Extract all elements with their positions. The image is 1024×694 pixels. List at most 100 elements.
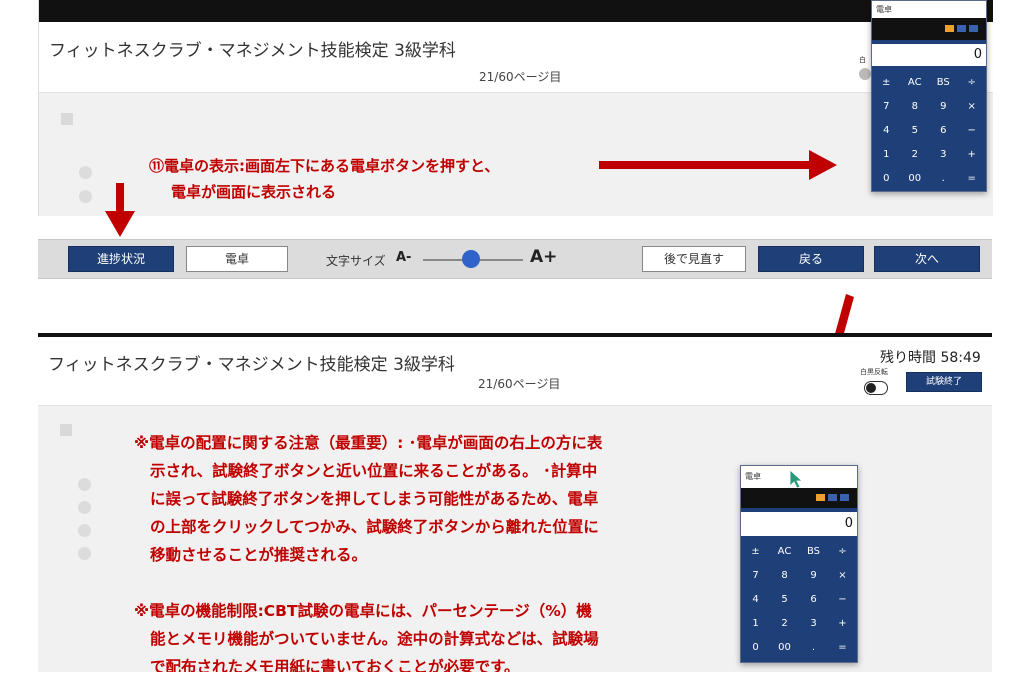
calc-key-minus[interactable]: − bbox=[958, 119, 987, 143]
exam-title: フィットネスクラブ・マネジメント技能検定 3級学科 bbox=[49, 41, 456, 61]
placement-note-line: の上部をクリックしてつかみ、試験終了ボタンから離れた位置に bbox=[150, 518, 599, 536]
arrow-down-icon bbox=[105, 183, 135, 237]
calc-key-plusminus[interactable]: ± bbox=[741, 540, 770, 564]
arrow-right-icon bbox=[599, 150, 837, 180]
page-indicator: 21/60ページ目 bbox=[479, 70, 562, 84]
calc-key-dot[interactable]: . bbox=[929, 167, 958, 191]
calc-key-3[interactable]: 3 bbox=[799, 612, 828, 636]
page-indicator: 21/60ページ目 bbox=[478, 377, 561, 391]
calc-key-4[interactable]: 4 bbox=[741, 588, 770, 612]
calc-key-0[interactable]: 0 bbox=[872, 167, 901, 191]
calc-key-divide[interactable]: ÷ bbox=[958, 71, 987, 95]
next-button[interactable]: 次へ bbox=[874, 246, 980, 272]
calc-key-3[interactable]: 3 bbox=[929, 143, 958, 167]
calc-key-2[interactable]: 2 bbox=[770, 612, 799, 636]
exam-screen-bottom: フィットネスクラブ・マネジメント技能検定 3級学科 21/60ページ目 残り時間… bbox=[38, 333, 992, 672]
mouse-cursor-icon bbox=[789, 469, 803, 489]
calculator-resize-icon[interactable] bbox=[828, 494, 837, 501]
calc-key-minus[interactable]: − bbox=[828, 588, 857, 612]
placement-note-line: 移動させることが推奨される。 bbox=[150, 546, 368, 564]
review-later-button[interactable]: 後で見直す bbox=[642, 246, 746, 272]
calc-key-6[interactable]: 6 bbox=[929, 119, 958, 143]
answer-option-radio[interactable] bbox=[78, 547, 91, 560]
question-marker bbox=[61, 113, 73, 125]
answer-option-radio[interactable] bbox=[78, 524, 91, 537]
calc-key-dot[interactable]: . bbox=[799, 636, 828, 660]
calc-key-0[interactable]: 0 bbox=[741, 636, 770, 660]
remaining-time: 残り時間 58:49 bbox=[880, 350, 981, 366]
back-button[interactable]: 戻る bbox=[758, 246, 864, 272]
calc-key-equals[interactable]: = bbox=[828, 636, 857, 660]
placement-note-line: ※電卓の配置に関する注意（最重要）: ･電卓が画面の右上の方に表 bbox=[134, 434, 603, 452]
calculator-button[interactable]: 電卓 bbox=[186, 246, 288, 272]
calculator-display: 0 bbox=[741, 512, 857, 536]
calculator-close-icon[interactable] bbox=[840, 494, 849, 501]
calc-key-6[interactable]: 6 bbox=[799, 588, 828, 612]
calc-key-00[interactable]: 00 bbox=[901, 167, 930, 191]
font-size-increase-button[interactable]: A+ bbox=[530, 247, 557, 267]
toggle-partial[interactable] bbox=[859, 68, 871, 80]
annotation-line-1: ⑪電卓の表示:画面左下にある電卓ボタンを押すと、 bbox=[149, 157, 500, 175]
calculator-minimize-icon[interactable] bbox=[816, 494, 825, 501]
calc-key-5[interactable]: 5 bbox=[901, 119, 930, 143]
calc-key-9[interactable]: 9 bbox=[929, 95, 958, 119]
answer-option-radio[interactable] bbox=[78, 501, 91, 514]
calc-key-plus[interactable]: + bbox=[828, 612, 857, 636]
calc-key-00[interactable]: 00 bbox=[770, 636, 799, 660]
calc-key-bs[interactable]: BS bbox=[929, 71, 958, 95]
calc-key-7[interactable]: 7 bbox=[741, 564, 770, 588]
calculator-title-bar[interactable]: 電卓 bbox=[872, 1, 986, 18]
calculator-keypad: ± AC BS ÷ 7 8 9 × 4 5 6 − 1 2 3 + 0 00 .… bbox=[872, 71, 986, 189]
calculator-control-bar bbox=[872, 18, 986, 40]
calc-key-4[interactable]: 4 bbox=[872, 119, 901, 143]
invert-toggle[interactable] bbox=[864, 381, 888, 395]
calc-key-1[interactable]: 1 bbox=[741, 612, 770, 636]
calc-key-ac[interactable]: AC bbox=[770, 540, 799, 564]
calculator-control-bar bbox=[741, 488, 857, 508]
calc-key-divide[interactable]: ÷ bbox=[828, 540, 857, 564]
calc-key-7[interactable]: 7 bbox=[872, 95, 901, 119]
font-size-label: 文字サイズ bbox=[326, 254, 386, 268]
placement-note-line: 示され、試験終了ボタンと近い位置に来ることがある。 ･計算中 bbox=[150, 462, 598, 480]
calculator-minimize-icon[interactable] bbox=[945, 25, 954, 32]
calc-key-plusminus[interactable]: ± bbox=[872, 71, 901, 95]
calc-key-2[interactable]: 2 bbox=[901, 143, 930, 167]
calc-key-plus[interactable]: + bbox=[958, 143, 987, 167]
calculator-window[interactable]: 電卓 0 ± AC BS ÷ 7 8 9 × 4 5 6 − 1 2 3 + 0… bbox=[871, 0, 987, 192]
limits-note-line: で配布されたメモ用紙に書いておくことが必要です。 bbox=[150, 658, 520, 672]
answer-option-radio[interactable] bbox=[79, 166, 92, 179]
exam-screen-top: フィットネスクラブ・マネジメント技能検定 3級学科 21/60ページ目 白 ⑪電… bbox=[38, 0, 993, 216]
calc-key-8[interactable]: 8 bbox=[901, 95, 930, 119]
calc-key-9[interactable]: 9 bbox=[799, 564, 828, 588]
progress-button[interactable]: 進捗状況 bbox=[68, 246, 174, 272]
calc-key-8[interactable]: 8 bbox=[770, 564, 799, 588]
answer-option-radio[interactable] bbox=[78, 478, 91, 491]
calculator-keypad: ± AC BS ÷ 7 8 9 × 4 5 6 − 1 2 3 + 0 00 .… bbox=[741, 540, 857, 660]
calc-key-5[interactable]: 5 bbox=[770, 588, 799, 612]
calculator-close-icon[interactable] bbox=[969, 25, 978, 32]
placement-note-line: に誤って試験終了ボタンを押してしまう可能性があるため、電卓 bbox=[150, 490, 599, 508]
calc-key-multiply[interactable]: × bbox=[958, 95, 987, 119]
end-exam-button[interactable]: 試験終了 bbox=[906, 372, 982, 392]
calc-key-1[interactable]: 1 bbox=[872, 143, 901, 167]
answer-option-radio[interactable] bbox=[79, 190, 92, 203]
calc-key-multiply[interactable]: × bbox=[828, 564, 857, 588]
toggle-label-partial: 白 bbox=[859, 56, 866, 64]
font-size-slider-thumb[interactable] bbox=[462, 250, 480, 268]
top-black-bar bbox=[39, 0, 993, 22]
font-size-decrease-button[interactable]: A- bbox=[396, 250, 411, 265]
calculator-resize-icon[interactable] bbox=[957, 25, 966, 32]
calc-key-bs[interactable]: BS bbox=[799, 540, 828, 564]
limits-note-line: ※電卓の機能制限:CBT試験の電卓には、パーセンテージ（%）機 bbox=[134, 602, 592, 620]
question-marker bbox=[60, 424, 72, 436]
exam-toolbar: 進捗状況 電卓 文字サイズ A- A+ 後で見直す 戻る 次へ bbox=[38, 239, 992, 279]
invert-toggle-label: 白黒反転 bbox=[860, 368, 888, 376]
calculator-window[interactable]: 電卓 0 ± AC BS ÷ 7 8 9 × 4 5 6 − 1 2 3 + 0 bbox=[740, 465, 858, 663]
limits-note-line: 能とメモリ機能がついていません。途中の計算式などは、試験場 bbox=[150, 630, 599, 648]
calculator-display: 0 bbox=[872, 44, 986, 66]
toggle-knob bbox=[866, 383, 876, 393]
calc-key-equals[interactable]: = bbox=[958, 167, 987, 191]
exam-title: フィットネスクラブ・マネジメント技能検定 3級学科 bbox=[48, 355, 455, 375]
annotation-line-2: 電卓が画面に表示される bbox=[171, 183, 337, 201]
calc-key-ac[interactable]: AC bbox=[901, 71, 930, 95]
